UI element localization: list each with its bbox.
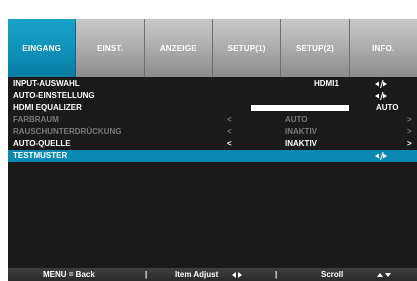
equalizer-slider[interactable] — [251, 105, 349, 111]
menu-item-input-auswahl[interactable]: INPUT-AUSWAHL HDMI1 — [8, 78, 417, 90]
left-right-arrows-icon — [232, 272, 242, 278]
osd-menu: EINGANG EINST. ANZEIGE SETUP(1) SETUP(2)… — [8, 19, 417, 281]
menu-item-label: HDMI EQUALIZER — [13, 103, 82, 112]
menu-item-value: AUTO — [285, 115, 308, 124]
tab-setup2[interactable]: SETUP(2) — [281, 19, 350, 77]
menu-item-value: INAKTIV — [285, 139, 317, 148]
separator: | — [145, 270, 148, 279]
right-arrow-icon: > — [407, 115, 412, 124]
menu-item-label: FARBRAUM — [13, 115, 59, 124]
enter-icon — [375, 79, 387, 89]
menu-item-label: AUTO-EINSTELLUNG — [13, 91, 95, 100]
menu-item-value: HDMI1 — [314, 79, 339, 88]
menu-item-testmuster[interactable]: TESTMUSTER — [8, 150, 417, 162]
right-arrow-icon[interactable]: > — [407, 139, 412, 148]
tab-anzeige[interactable]: ANZEIGE — [144, 19, 213, 77]
item-adjust-hint: Item Adjust — [175, 270, 219, 279]
menu-item-farbraum: FARBRAUM < AUTO > — [8, 114, 417, 126]
menu-items: INPUT-AUSWAHL HDMI1 AUTO-EINSTELLUNG HDM… — [8, 78, 417, 162]
menu-item-hdmi-equalizer[interactable]: HDMI EQUALIZER AUTO — [8, 102, 417, 114]
menu-item-value: AUTO — [376, 103, 399, 112]
menu-item-label: RAUSCHUNTERDRÜCKUNG — [13, 127, 122, 136]
tab-einst[interactable]: EINST. — [76, 19, 145, 77]
enter-icon — [375, 151, 387, 161]
menu-item-rauschunterdrueckung: RAUSCHUNTERDRÜCKUNG < INAKTIV > — [8, 126, 417, 138]
left-arrow-icon[interactable]: < — [227, 139, 232, 148]
left-arrow-icon: < — [227, 127, 232, 136]
separator: | — [275, 270, 278, 279]
help-bar: MENU = Back | Item Adjust | Scroll — [8, 268, 417, 281]
menu-tabs: EINGANG EINST. ANZEIGE SETUP(1) SETUP(2)… — [8, 19, 417, 77]
left-arrow-icon: < — [227, 115, 232, 124]
menu-item-label: INPUT-AUSWAHL — [13, 79, 80, 88]
menu-item-label: TESTMUSTER — [13, 151, 68, 160]
tab-eingang[interactable]: EINGANG — [8, 19, 77, 77]
tab-info[interactable]: INFO. — [349, 19, 417, 77]
scroll-hint: Scroll — [321, 270, 344, 279]
menu-item-value: INAKTIV — [285, 127, 317, 136]
up-down-arrows-icon — [377, 273, 391, 277]
menu-item-auto-quelle[interactable]: AUTO-QUELLE < INAKTIV > — [8, 138, 417, 150]
right-arrow-icon: > — [407, 127, 412, 136]
menu-back-hint: MENU = Back — [43, 270, 95, 279]
tab-setup1[interactable]: SETUP(1) — [212, 19, 282, 77]
menu-item-label: AUTO-QUELLE — [13, 139, 71, 148]
enter-icon — [375, 91, 387, 101]
menu-item-auto-einstellung[interactable]: AUTO-EINSTELLUNG — [8, 90, 417, 102]
